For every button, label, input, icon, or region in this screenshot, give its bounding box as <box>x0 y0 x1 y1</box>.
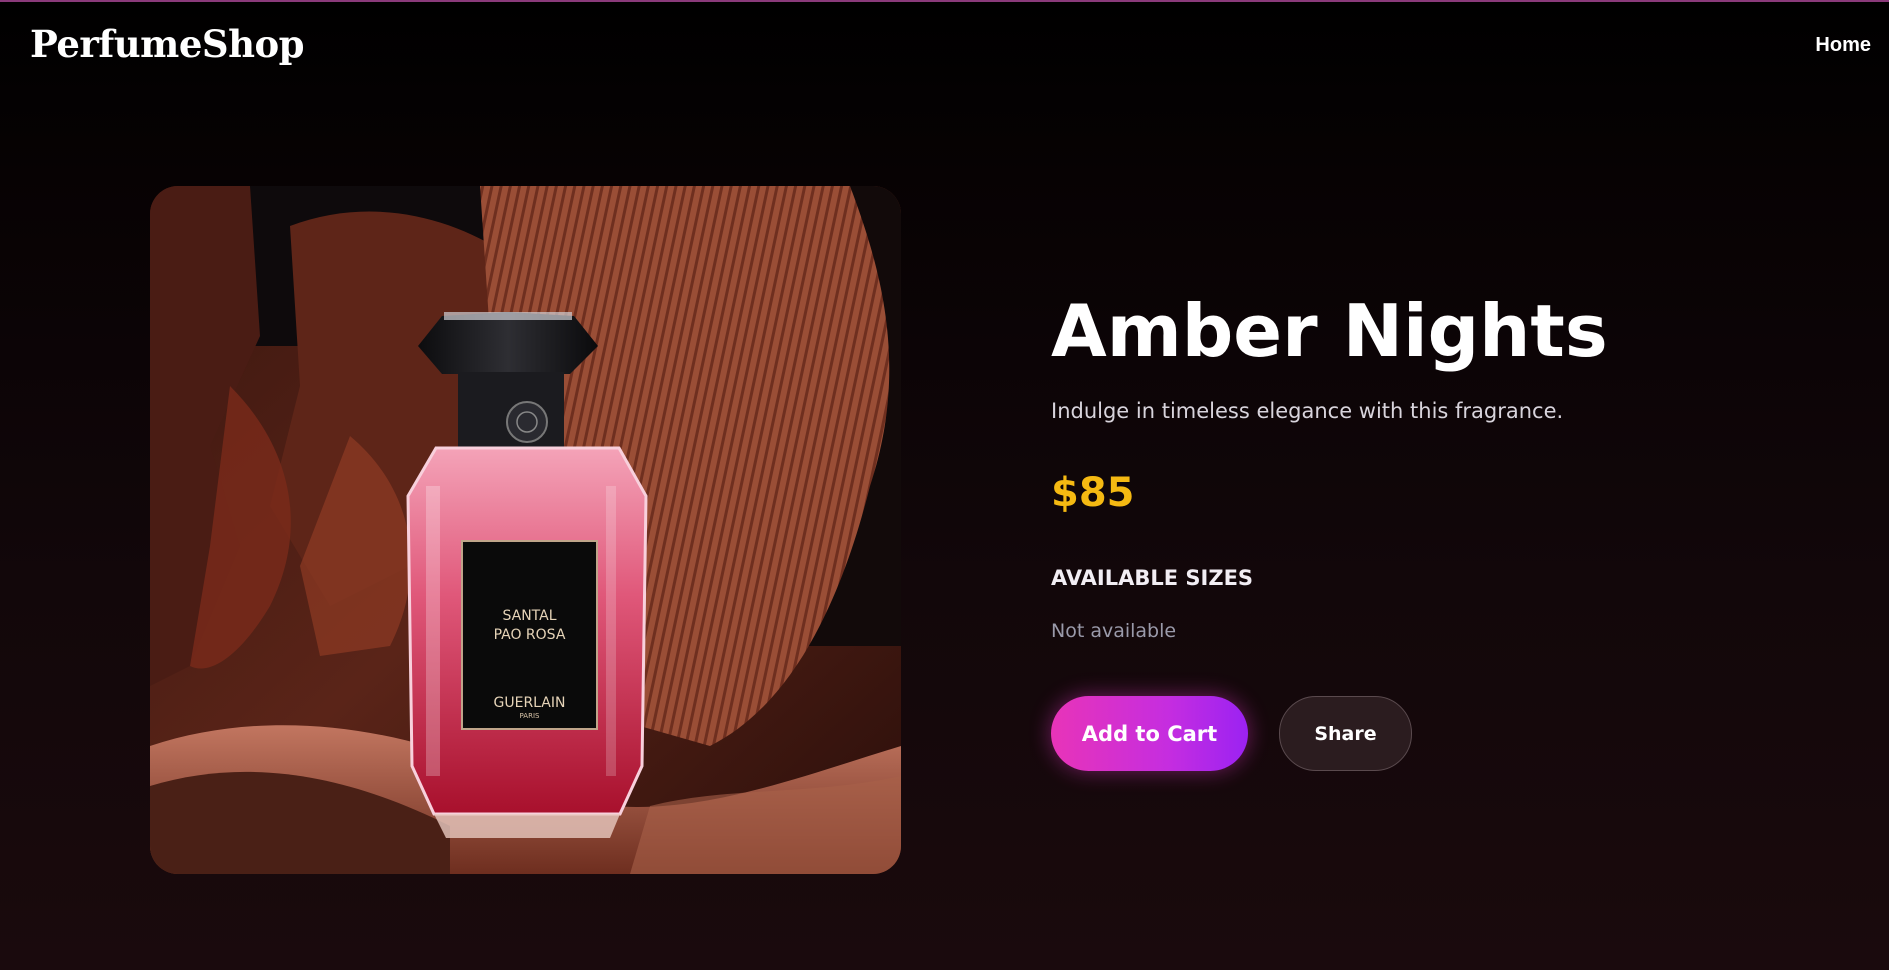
site-header: PerfumeShop Home <box>0 2 1889 88</box>
available-sizes-heading: AVAILABLE SIZES <box>1051 566 1254 590</box>
product-description: Indulge in timeless elegance with this f… <box>1051 399 1564 423</box>
product-price: $85 <box>1051 470 1135 516</box>
bottle-label-line1: SANTAL <box>502 608 556 624</box>
bottle-label-line2: PAO ROSA <box>494 627 566 643</box>
site-logo[interactable]: PerfumeShop <box>30 22 305 66</box>
add-to-cart-button[interactable]: Add to Cart <box>1051 696 1248 771</box>
share-button[interactable]: Share <box>1279 696 1412 771</box>
bottle-brand-sub: PARIS <box>520 712 540 720</box>
nav-home-link[interactable]: Home <box>1815 34 1871 57</box>
product-title: Amber Nights <box>1051 289 1608 373</box>
bottle-brand: GUERLAIN <box>494 695 566 711</box>
sizes-status: Not available <box>1051 620 1177 642</box>
product-image: SANTAL PAO ROSA GUERLAIN PARIS <box>150 186 901 874</box>
